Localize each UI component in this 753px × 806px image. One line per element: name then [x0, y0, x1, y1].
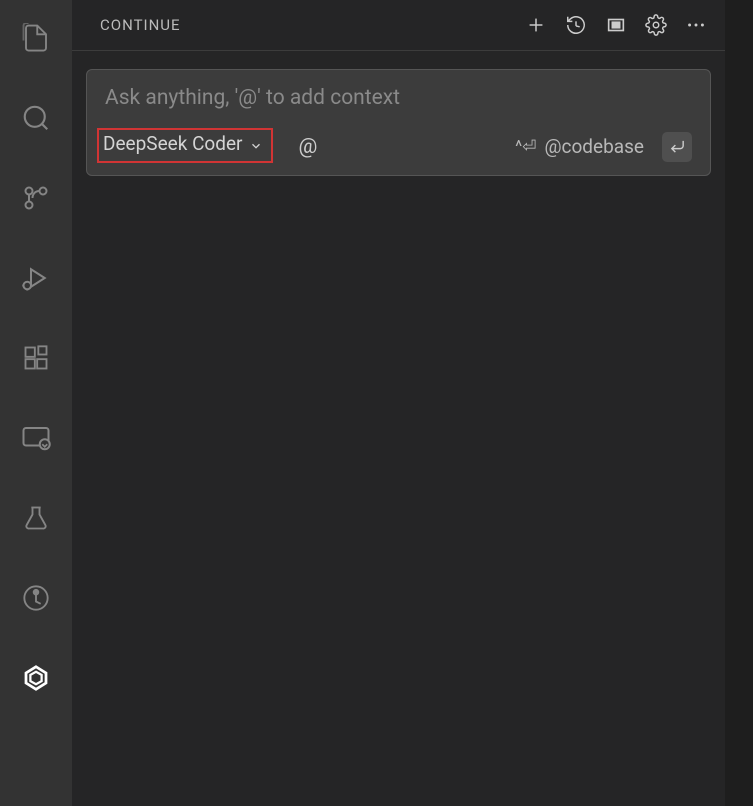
source-control-icon[interactable] [18, 180, 54, 216]
panel-body: Ask anything, '@' to add context DeepSee… [72, 51, 725, 194]
chat-placeholder: Ask anything, '@' to add context [105, 86, 692, 110]
activity-bar [0, 0, 72, 806]
shortcut-symbol: ^⏎ [515, 137, 536, 157]
model-selector[interactable]: DeepSeek Coder [97, 128, 273, 163]
run-debug-icon[interactable] [18, 260, 54, 296]
chat-toolbar: DeepSeek Coder @ ^⏎ @codebase [105, 130, 692, 163]
explorer-icon[interactable] [18, 20, 54, 56]
continue-panel: CONTINUE [72, 0, 725, 806]
right-strip [725, 0, 753, 806]
at-context-button[interactable]: @ [299, 135, 318, 159]
chat-input[interactable]: Ask anything, '@' to add context DeepSee… [86, 69, 711, 176]
search-icon[interactable] [18, 100, 54, 136]
remote-explorer-icon[interactable] [18, 420, 54, 456]
codebase-hint: ^⏎ @codebase [515, 135, 644, 158]
more-icon[interactable] [685, 14, 707, 36]
gear-icon[interactable] [645, 14, 667, 36]
model-name: DeepSeek Coder [103, 132, 243, 155]
header-actions [525, 14, 707, 36]
continue-icon[interactable] [18, 660, 54, 696]
new-chat-icon[interactable] [525, 14, 547, 36]
chevron-down-icon [249, 139, 263, 153]
timeline-icon[interactable] [18, 580, 54, 616]
enter-icon [669, 138, 686, 155]
extensions-icon[interactable] [18, 340, 54, 376]
panel-header: CONTINUE [72, 0, 725, 51]
codebase-label: @codebase [544, 135, 644, 158]
testing-icon[interactable] [18, 500, 54, 536]
history-icon[interactable] [565, 14, 587, 36]
submit-button[interactable] [662, 132, 692, 162]
fullscreen-icon[interactable] [605, 14, 627, 36]
panel-title: CONTINUE [100, 16, 181, 34]
